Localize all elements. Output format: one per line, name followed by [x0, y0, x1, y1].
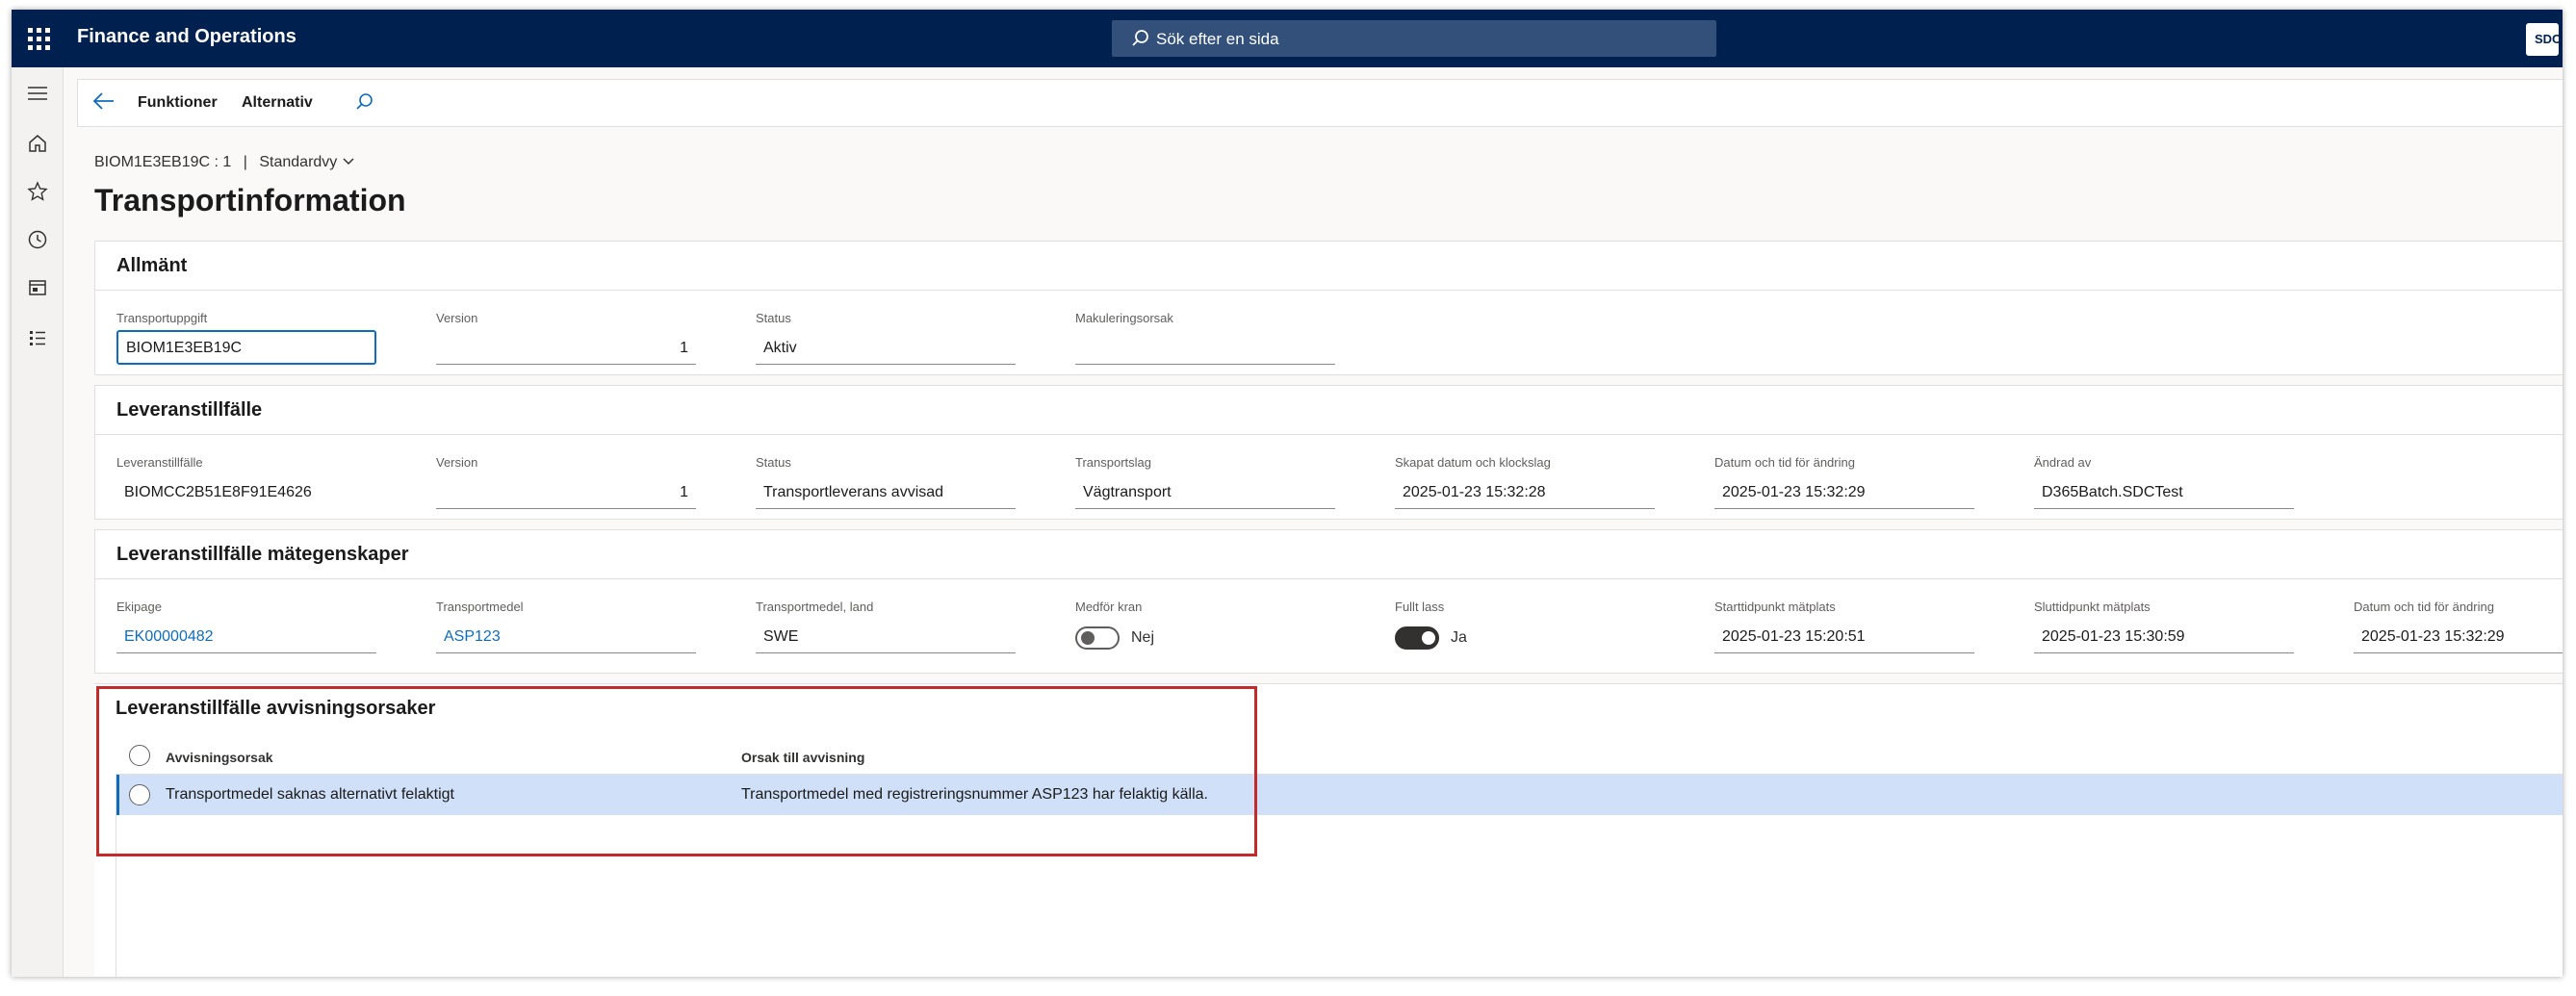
- section-title[interactable]: Leveranstillfälle mätegenskaper: [116, 544, 408, 566]
- app-launcher-icon[interactable]: [21, 21, 56, 56]
- toggle-label: Ja: [1451, 629, 1467, 646]
- view-selector[interactable]: Standardvy: [259, 154, 337, 170]
- field-label: Datum och tid för ändring: [1714, 455, 1855, 470]
- delivery-id-value[interactable]: BIOMCC2B51E8F91E4626: [116, 476, 376, 509]
- field-label: Makuleringsorsak: [1075, 311, 1173, 325]
- field-label: Version: [436, 311, 478, 325]
- transport-task-input[interactable]: BIOM1E3EB19C: [116, 330, 376, 365]
- action-options[interactable]: Alternativ: [242, 94, 313, 112]
- list-icon[interactable]: [24, 327, 51, 354]
- section-delivery: Leveranstillfälle Leveranstillfälle BIOM…: [94, 385, 2563, 520]
- action-pane: Funktioner Alternativ: [77, 79, 2563, 127]
- action-functions[interactable]: Funktioner: [138, 94, 218, 112]
- created-datetime-value[interactable]: 2025-01-23 15:32:28: [1395, 476, 1655, 509]
- full-load-toggle-wrap: Ja: [1395, 623, 1587, 651]
- field-label: Datum och tid för ändring: [2354, 600, 2494, 614]
- field-label: Ekipage: [116, 600, 162, 614]
- field-label: Status: [756, 311, 791, 325]
- hamburger-icon[interactable]: [24, 83, 51, 110]
- user-avatar[interactable]: SDC: [2526, 23, 2561, 56]
- breadcrumb-separator: |: [243, 154, 247, 170]
- field-label: Sluttidpunkt mätplats: [2034, 600, 2151, 614]
- modified-datetime-value[interactable]: 2025-01-23 15:32:29: [2354, 621, 2563, 653]
- page-search-box[interactable]: Sök efter en sida: [1112, 20, 1716, 57]
- field-label: Transportmedel: [436, 600, 524, 614]
- left-navigation-pane: [12, 67, 64, 977]
- page-title: Transportinformation: [94, 183, 406, 217]
- field-label: Starttidpunkt mätplats: [1714, 600, 1836, 614]
- action-search-icon[interactable]: [355, 92, 374, 116]
- measure-start-value[interactable]: 2025-01-23 15:20:51: [1714, 621, 1974, 653]
- modified-datetime-value[interactable]: 2025-01-23 15:32:29: [1714, 476, 1974, 509]
- full-load-toggle[interactable]: [1395, 626, 1439, 650]
- field-label: Fullt lass: [1395, 600, 1445, 614]
- section-general: Allmänt Transportuppgift BIOM1E3EB19C Ve…: [94, 241, 2563, 375]
- divider: [95, 434, 2563, 435]
- annotation-highlight-box: [96, 686, 1257, 856]
- divider: [95, 290, 2563, 291]
- field-label: Transportslag: [1075, 455, 1151, 470]
- clock-icon[interactable]: [24, 229, 51, 256]
- star-icon[interactable]: [24, 181, 51, 208]
- crane-toggle[interactable]: [1075, 626, 1120, 650]
- field-label: Ändrad av: [2034, 455, 2092, 470]
- vehicle-link[interactable]: ASP123: [436, 621, 696, 653]
- status-value[interactable]: Transportleverans avvisad: [756, 476, 1016, 509]
- home-icon[interactable]: [24, 133, 51, 160]
- workspace-icon[interactable]: [24, 277, 51, 304]
- back-arrow-icon[interactable]: [91, 90, 116, 118]
- app-title: Finance and Operations: [77, 26, 296, 47]
- version-value[interactable]: 1: [436, 332, 696, 365]
- measure-end-value[interactable]: 2025-01-23 15:30:59: [2034, 621, 2294, 653]
- field-label: Transportmedel, land: [756, 600, 874, 614]
- field-label: Transportuppgift: [116, 311, 208, 325]
- search-placeholder: Sök efter en sida: [1156, 30, 1279, 48]
- section-measurement: Leveranstillfälle mätegenskaper Ekipage …: [94, 529, 2563, 674]
- transport-mode-value[interactable]: Vägtransport: [1075, 476, 1335, 509]
- field-label: Status: [756, 455, 791, 470]
- version-value[interactable]: 1: [436, 476, 696, 509]
- equipage-link[interactable]: EK00000482: [116, 621, 376, 653]
- status-value[interactable]: Aktiv: [756, 332, 1016, 365]
- screenshot-frame: Finance and Operations Sök efter en sida…: [0, 0, 2576, 996]
- field-label: Leveranstillfälle: [116, 455, 203, 470]
- search-icon: [1131, 29, 1150, 53]
- field-label: Skapat datum och klockslag: [1395, 455, 1551, 470]
- top-navigation-bar: Finance and Operations Sök efter en sida…: [12, 10, 2563, 67]
- chevron-down-icon[interactable]: [342, 154, 355, 170]
- cancellation-reason-value[interactable]: [1075, 332, 1335, 365]
- vehicle-country-value[interactable]: SWE: [756, 621, 1016, 653]
- modified-by-value[interactable]: D365Batch.SDCTest: [2034, 476, 2294, 509]
- toggle-label: Nej: [1131, 629, 1155, 646]
- breadcrumb-record: BIOM1E3EB19C : 1: [94, 154, 232, 170]
- field-label: Version: [436, 455, 478, 470]
- section-title[interactable]: Allmänt: [116, 255, 187, 277]
- field-label: Medför kran: [1075, 600, 1143, 614]
- breadcrumb: BIOM1E3EB19C : 1 | Standardvy: [94, 154, 355, 171]
- divider: [95, 578, 2563, 579]
- app-window: Finance and Operations Sök efter en sida…: [12, 10, 2563, 977]
- section-title[interactable]: Leveranstillfälle: [116, 399, 262, 421]
- crane-toggle-wrap: Nej: [1075, 623, 1268, 651]
